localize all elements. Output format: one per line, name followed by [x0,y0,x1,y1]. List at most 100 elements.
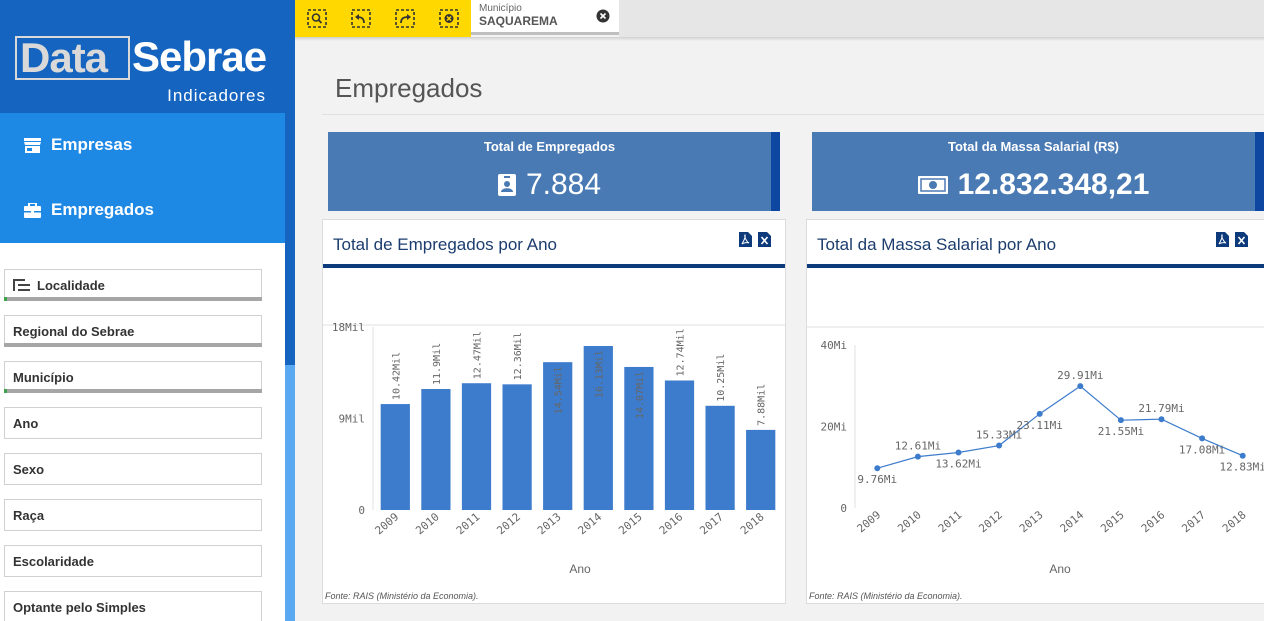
x-tick-label: 2015 [1098,508,1127,535]
kpi-value: 7.884 [525,168,602,201]
logo-subtitle: Indicadores [167,86,266,105]
kpi-accent-bar [771,132,780,211]
data-label: 23.11Mi [1017,419,1063,432]
export-excel-icon[interactable] [1235,232,1248,247]
filter-escolaridade[interactable]: Escolaridade [4,545,262,577]
bar-2016 [664,380,695,510]
clear-selections-icon[interactable] [439,9,459,28]
hierarchy-icon [13,279,30,291]
filter-list: Localidade Regional do Sebrae Município … [4,269,262,621]
filter-state-bar [4,343,262,347]
data-label: 29.91Mi [1057,369,1103,382]
export-pdf-icon[interactable] [739,232,752,247]
filter-label: Raça [13,507,45,523]
sidebar: Data Sebrae Indicadores Empresas Emprega… [0,0,295,621]
datasebrae-logo[interactable]: Data Sebrae [15,36,268,80]
toolbar-shadow [295,37,1264,41]
x-tick-label: 2012 [976,508,1005,535]
y-tick-label: 20Mi [821,421,848,434]
brand-header: Data Sebrae Indicadores [0,0,295,113]
data-label: 7.88Mil [757,384,768,426]
bar-2009 [380,404,410,510]
data-label: 10.42Mil [391,352,402,400]
x-tick-label: 2010 [413,510,442,537]
x-tick-label: 2016 [1139,508,1168,535]
panel-source: Fonte: RAIS (Ministério da Economia). [809,591,963,601]
x-tick-label: 2012 [494,510,523,537]
data-point-2011 [955,449,962,456]
filter-municipio[interactable]: Município [4,361,262,393]
y-tick-label: 40Mi [821,339,848,352]
x-tick-label: 2017 [1179,508,1208,535]
kpi-value: 12.832.348,21 [957,168,1150,201]
menu-item-empresas[interactable]: Empresas [24,130,132,160]
filter-localidade[interactable]: Localidade [4,269,262,301]
filter-label: Regional do Sebrae [13,323,135,339]
x-tick-label: 2011 [936,508,965,535]
x-tick-label: 2009 [855,508,884,535]
filter-ano[interactable]: Ano [4,407,262,439]
main-menu: Empresas Empregados [0,113,285,243]
y-tick-label: 0 [358,504,365,517]
x-tick-label: 2018 [1220,508,1249,535]
step-back-icon[interactable] [351,9,371,28]
selection-bar-empty [619,0,1264,37]
y-tick-label: 9Mil [339,413,366,426]
data-point-2015 [1117,417,1124,424]
panel-empregados-por-ano: Total de Empregados por Ano 0 9Mil 18Mil 10… [322,219,786,604]
data-label: 21.79Mi [1138,402,1184,415]
briefcase-icon [24,202,41,218]
step-forward-icon[interactable] [395,9,415,28]
filter-raca[interactable]: Raça [4,499,262,531]
menu-item-empregados[interactable]: Empregados [24,195,154,225]
menu-item-label: Empregados [51,200,154,219]
filter-sexo[interactable]: Sexo [4,453,262,485]
x-tick-label: 2010 [895,508,924,535]
data-label: 21.55Mi [1098,425,1144,438]
close-icon[interactable] [596,9,610,23]
panel-title: Total da Massa Salarial por Ano [817,235,1057,254]
data-point-2018 [1239,452,1246,459]
page-title: Empregados [335,73,483,103]
sidebar-scrollbar[interactable] [285,113,295,621]
export-pdf-icon[interactable] [1216,232,1229,247]
store-icon [24,137,41,153]
bar-2011 [461,383,492,510]
selection-chip-municipio[interactable]: Município SAQUAREMA [471,0,619,35]
bar-2017 [705,405,735,510]
data-label: 12.61Mi [895,440,941,453]
filter-label: Município [13,369,74,385]
kpi-accent-bar [1255,132,1264,211]
data-point-2016 [1158,416,1165,423]
x-tick-label: 2014 [1058,508,1087,535]
sidebar-scrollbar-thumb[interactable] [285,113,295,365]
filter-selected-indicator [4,389,7,393]
x-tick-label: 2013 [1017,508,1046,535]
export-excel-icon[interactable] [758,232,771,247]
filter-regional-sebrae[interactable]: Regional do Sebrae [4,315,262,347]
x-tick-label: 2018 [738,510,767,537]
data-label: 12.83Mi [1220,461,1264,474]
data-label: 12.47Mil [473,331,484,379]
data-point-2013 [1036,410,1043,417]
selection-value: SAQUAREMA [479,14,558,28]
x-tick-label: 2017 [697,510,726,537]
filter-label: Optante pelo Simples [13,599,146,615]
data-label: 14.07Mil [635,371,646,419]
logo-sebrae-text: Sebrae [132,33,267,80]
data-label: 12.36Mil [513,332,524,380]
bar-chart: 0 9Mil 18Mil 10.42Mil 2009 11.9Mil 2010 12.47Mi… [323,321,785,576]
data-label: 12.74Mil [676,328,687,376]
smart-search-icon[interactable] [307,9,327,28]
data-label: 15.33Mi [976,429,1022,442]
kpi-title: Total de Empregados [483,139,616,154]
selection-field-label: Município [479,3,522,14]
logo-data-text: Data [15,36,130,80]
x-tick-label: 2009 [373,510,402,537]
filter-optante-simples[interactable]: Optante pelo Simples [4,591,262,621]
bar-2018 [746,429,776,510]
menu-item-label: Empresas [51,135,133,154]
y-tick-label: 0 [840,502,847,515]
title-divider [322,114,1264,115]
id-badge-icon [497,174,516,196]
